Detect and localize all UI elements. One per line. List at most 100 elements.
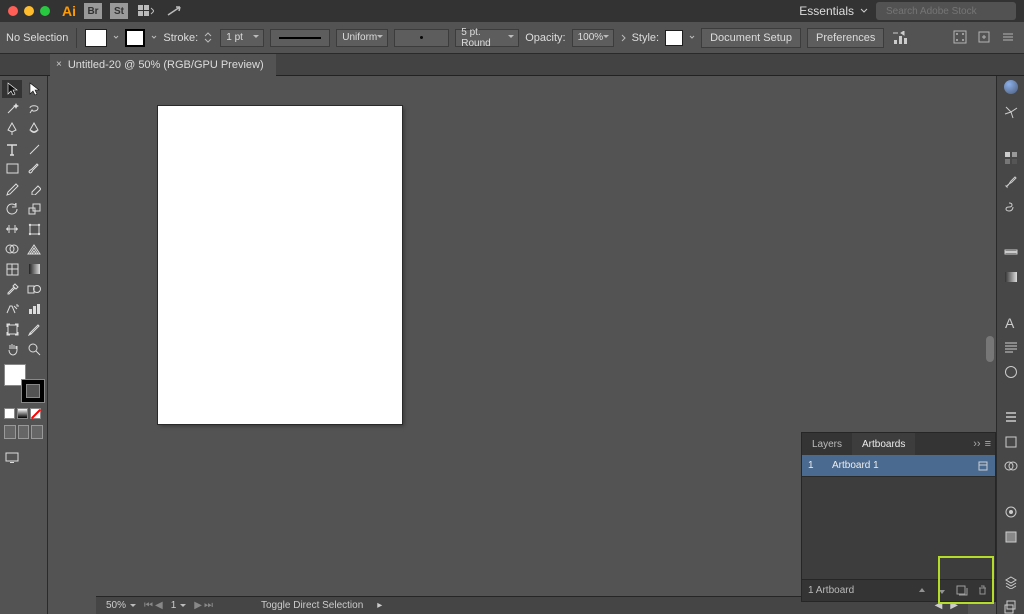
preferences-button[interactable]: Preferences xyxy=(807,28,884,48)
search-input[interactable] xyxy=(886,6,1018,17)
draw-behind-icon[interactable] xyxy=(18,425,30,439)
brush-dropdown[interactable]: 5 pt. Round xyxy=(455,29,519,47)
workspace-switcher[interactable]: Essentials xyxy=(799,4,868,18)
stroke-profile-dropdown[interactable]: Uniform xyxy=(336,29,388,47)
fill-stroke-control[interactable] xyxy=(4,364,44,402)
selection-tool[interactable] xyxy=(2,80,22,98)
none-mode-icon[interactable] xyxy=(30,408,41,419)
status-hint-arrow-icon[interactable]: ▸ xyxy=(377,600,382,611)
align-panel-icon[interactable] xyxy=(890,31,912,45)
rotate-tool[interactable] xyxy=(2,200,22,218)
graphic-styles-panel-icon[interactable] xyxy=(1002,529,1020,544)
stroke-panel-icon[interactable] xyxy=(1002,245,1020,260)
artboard-index-dropdown[interactable]: 1 xyxy=(171,600,187,611)
next-artboard-icon[interactable]: ▶ xyxy=(194,600,202,611)
mesh-tool[interactable] xyxy=(2,260,22,278)
color-panel-icon[interactable] xyxy=(1002,80,1020,95)
color-guide-panel-icon[interactable] xyxy=(1002,105,1020,120)
panel-menu-icon[interactable] xyxy=(1000,29,1018,47)
last-artboard-icon[interactable]: ⏭ xyxy=(204,600,213,611)
search-stock[interactable] xyxy=(876,2,1016,20)
opentype-panel-icon[interactable] xyxy=(1002,364,1020,379)
tab-layers[interactable]: Layers xyxy=(802,433,852,455)
delete-artboard-icon[interactable] xyxy=(975,584,989,598)
stroke-profile-preview[interactable] xyxy=(270,29,330,47)
free-transform-tool[interactable] xyxy=(24,220,44,238)
collapse-panel-icon[interactable]: ›› xyxy=(973,438,980,450)
move-up-icon[interactable] xyxy=(915,584,929,598)
stroke-swatch[interactable] xyxy=(125,29,145,47)
minimize-window-icon[interactable] xyxy=(24,6,34,16)
document-tab[interactable]: × Untitled-20 @ 50% (RGB/GPU Preview) xyxy=(50,54,276,76)
pencil-tool[interactable] xyxy=(2,180,22,198)
brush-preview[interactable] xyxy=(394,29,449,47)
scale-tool[interactable] xyxy=(24,200,44,218)
stroke-weight-dropdown[interactable]: 1 pt xyxy=(220,29,264,47)
zoom-tool[interactable] xyxy=(24,340,44,358)
zoom-dropdown[interactable]: 50% xyxy=(106,600,136,611)
bridge-icon[interactable]: Br xyxy=(84,3,102,19)
pathfinder-panel-icon[interactable] xyxy=(1002,459,1020,474)
magic-wand-tool[interactable] xyxy=(2,100,22,118)
brushes-panel-icon[interactable] xyxy=(1002,175,1020,190)
align-panel-icon[interactable] xyxy=(1002,410,1020,425)
gradient-mode-icon[interactable] xyxy=(17,408,28,419)
paragraph-panel-icon[interactable] xyxy=(1002,340,1020,355)
panel-menu-icon[interactable]: ≡ xyxy=(985,438,991,450)
width-tool[interactable] xyxy=(2,220,22,238)
type-tool[interactable] xyxy=(2,140,22,158)
artboards-panel-icon[interactable] xyxy=(1002,600,1020,614)
direct-selection-tool[interactable] xyxy=(24,80,44,98)
slice-tool[interactable] xyxy=(24,320,44,338)
move-down-icon[interactable] xyxy=(935,584,949,598)
gradient-panel-icon[interactable] xyxy=(1002,270,1020,285)
character-panel-icon[interactable]: A xyxy=(1002,315,1020,330)
appearance-panel-icon[interactable] xyxy=(1002,505,1020,520)
chevron-down-icon[interactable] xyxy=(151,33,157,43)
new-artboard-icon[interactable] xyxy=(955,584,969,598)
blend-tool[interactable] xyxy=(24,280,44,298)
prev-artboard-icon[interactable]: ◀ xyxy=(155,600,163,611)
eyedropper-tool[interactable] xyxy=(2,280,22,298)
layers-panel-icon[interactable] xyxy=(1002,575,1020,590)
isolate-icon[interactable] xyxy=(976,29,994,47)
gradient-tool[interactable] xyxy=(24,260,44,278)
column-graph-tool[interactable] xyxy=(24,300,44,318)
line-tool[interactable] xyxy=(24,140,44,158)
curvature-tool[interactable] xyxy=(24,120,44,138)
vertical-scrollbar[interactable] xyxy=(986,336,994,362)
transform-panel-icon[interactable] xyxy=(1002,435,1020,450)
color-mode-icon[interactable] xyxy=(4,408,15,419)
symbol-sprayer-tool[interactable] xyxy=(2,300,22,318)
chevron-right-icon[interactable] xyxy=(620,33,626,43)
opacity-dropdown[interactable]: 100% xyxy=(572,29,614,47)
lasso-tool[interactable] xyxy=(24,100,44,118)
document-setup-button[interactable]: Document Setup xyxy=(701,28,801,48)
chevron-down-icon[interactable] xyxy=(689,33,695,43)
draw-inside-icon[interactable] xyxy=(31,425,43,439)
stock-icon[interactable]: St xyxy=(110,3,128,19)
close-tab-icon[interactable]: × xyxy=(56,59,62,70)
tab-artboards[interactable]: Artboards xyxy=(852,433,915,455)
artboard-options-icon[interactable] xyxy=(977,460,989,472)
artboard[interactable] xyxy=(158,106,402,424)
eraser-tool[interactable] xyxy=(24,180,44,198)
rectangle-tool[interactable] xyxy=(2,160,22,178)
fill-swatch[interactable] xyxy=(85,29,107,47)
screen-mode-icon[interactable] xyxy=(2,449,22,467)
draw-normal-icon[interactable] xyxy=(4,425,16,439)
pen-tool[interactable] xyxy=(2,120,22,138)
paintbrush-tool[interactable] xyxy=(24,160,44,178)
artboard-row[interactable]: 1 Artboard 1 xyxy=(802,455,995,477)
zoom-window-icon[interactable] xyxy=(40,6,50,16)
hand-tool[interactable] xyxy=(2,340,22,358)
swatches-panel-icon[interactable] xyxy=(1002,150,1020,165)
transform-panel-icon[interactable] xyxy=(952,29,970,47)
chevron-down-icon[interactable] xyxy=(113,33,119,43)
shape-builder-tool[interactable] xyxy=(2,240,22,258)
first-artboard-icon[interactable]: ⏮ xyxy=(144,600,153,611)
arrange-documents-icon[interactable] xyxy=(136,3,156,19)
stroke-color-swatch[interactable] xyxy=(22,380,44,402)
close-window-icon[interactable] xyxy=(8,6,18,16)
artboard-tool[interactable] xyxy=(2,320,22,338)
